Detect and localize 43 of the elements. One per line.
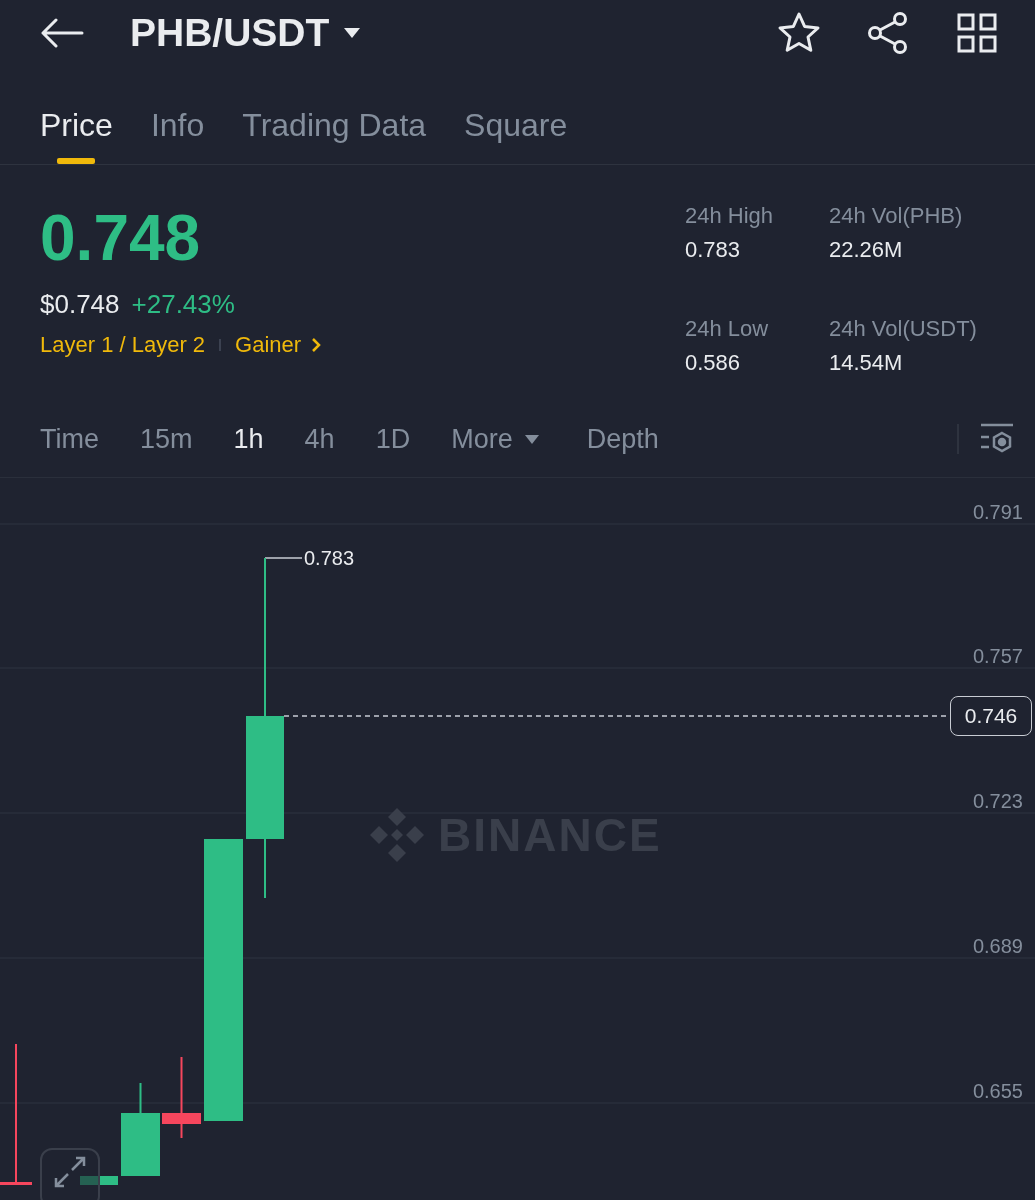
usd-price: $0.748: [40, 289, 120, 321]
price-axis-label: 0.757: [972, 644, 1023, 668]
tab[interactable]: Square: [464, 106, 568, 164]
interval-tab[interactable]: 1h: [233, 423, 264, 455]
expand-arrows-icon: [52, 1154, 88, 1190]
interval-dropdown[interactable]: More: [451, 423, 539, 455]
high-price-marker: 0.783: [304, 546, 355, 570]
share-icon[interactable]: [866, 11, 910, 55]
stat-value: 14.54M: [829, 350, 904, 376]
interval-tab[interactable]: Time: [40, 423, 99, 455]
interval-tab[interactable]: 1D: [375, 423, 411, 455]
price-axis-label: 0.723: [972, 789, 1023, 813]
last-price-tag: 0.746: [950, 696, 1032, 736]
category-tag-link[interactable]: Gainer: [235, 332, 322, 359]
stat-value: 0.783: [685, 237, 742, 263]
stat-value: 0.586: [685, 350, 742, 376]
high-marker-line: [264, 557, 303, 559]
back-arrow-icon[interactable]: [40, 18, 84, 48]
interval-tab[interactable]: 4h: [304, 423, 335, 455]
grid-menu-icon[interactable]: [955, 11, 999, 55]
stat-value: 22.26M: [829, 237, 904, 263]
dropdown-caret-icon[interactable]: [343, 27, 362, 39]
tab[interactable]: Info: [150, 106, 205, 164]
caret-icon: [524, 434, 539, 444]
interval-tab[interactable]: Depth: [586, 423, 659, 455]
price-change: +27.43%: [131, 289, 235, 321]
interval-tab[interactable]: 15m: [140, 423, 193, 455]
price-axis-label: 0.791: [972, 500, 1023, 524]
category-tag-link[interactable]: Layer 1 / Layer 2: [40, 332, 206, 359]
pair-title[interactable]: PHB/USDT: [130, 11, 330, 55]
price-axis-label: 0.689: [972, 934, 1023, 958]
stat-label: 24h Vol(PHB): [829, 203, 964, 229]
tab[interactable]: Price: [40, 106, 113, 164]
tab[interactable]: Trading Data: [242, 106, 427, 164]
price-axis-label: 0.655: [972, 1079, 1023, 1103]
fullscreen-button[interactable]: [40, 1148, 100, 1200]
star-icon[interactable]: [777, 11, 821, 55]
candlestick: [80, 1176, 118, 1185]
last-price: 0.748: [40, 203, 202, 274]
stat-label: 24h High: [685, 203, 775, 229]
chevron-right-icon: [311, 337, 322, 354]
stat-label: 24h Low: [685, 316, 770, 342]
stat-label: 24h Vol(USDT): [829, 316, 978, 342]
